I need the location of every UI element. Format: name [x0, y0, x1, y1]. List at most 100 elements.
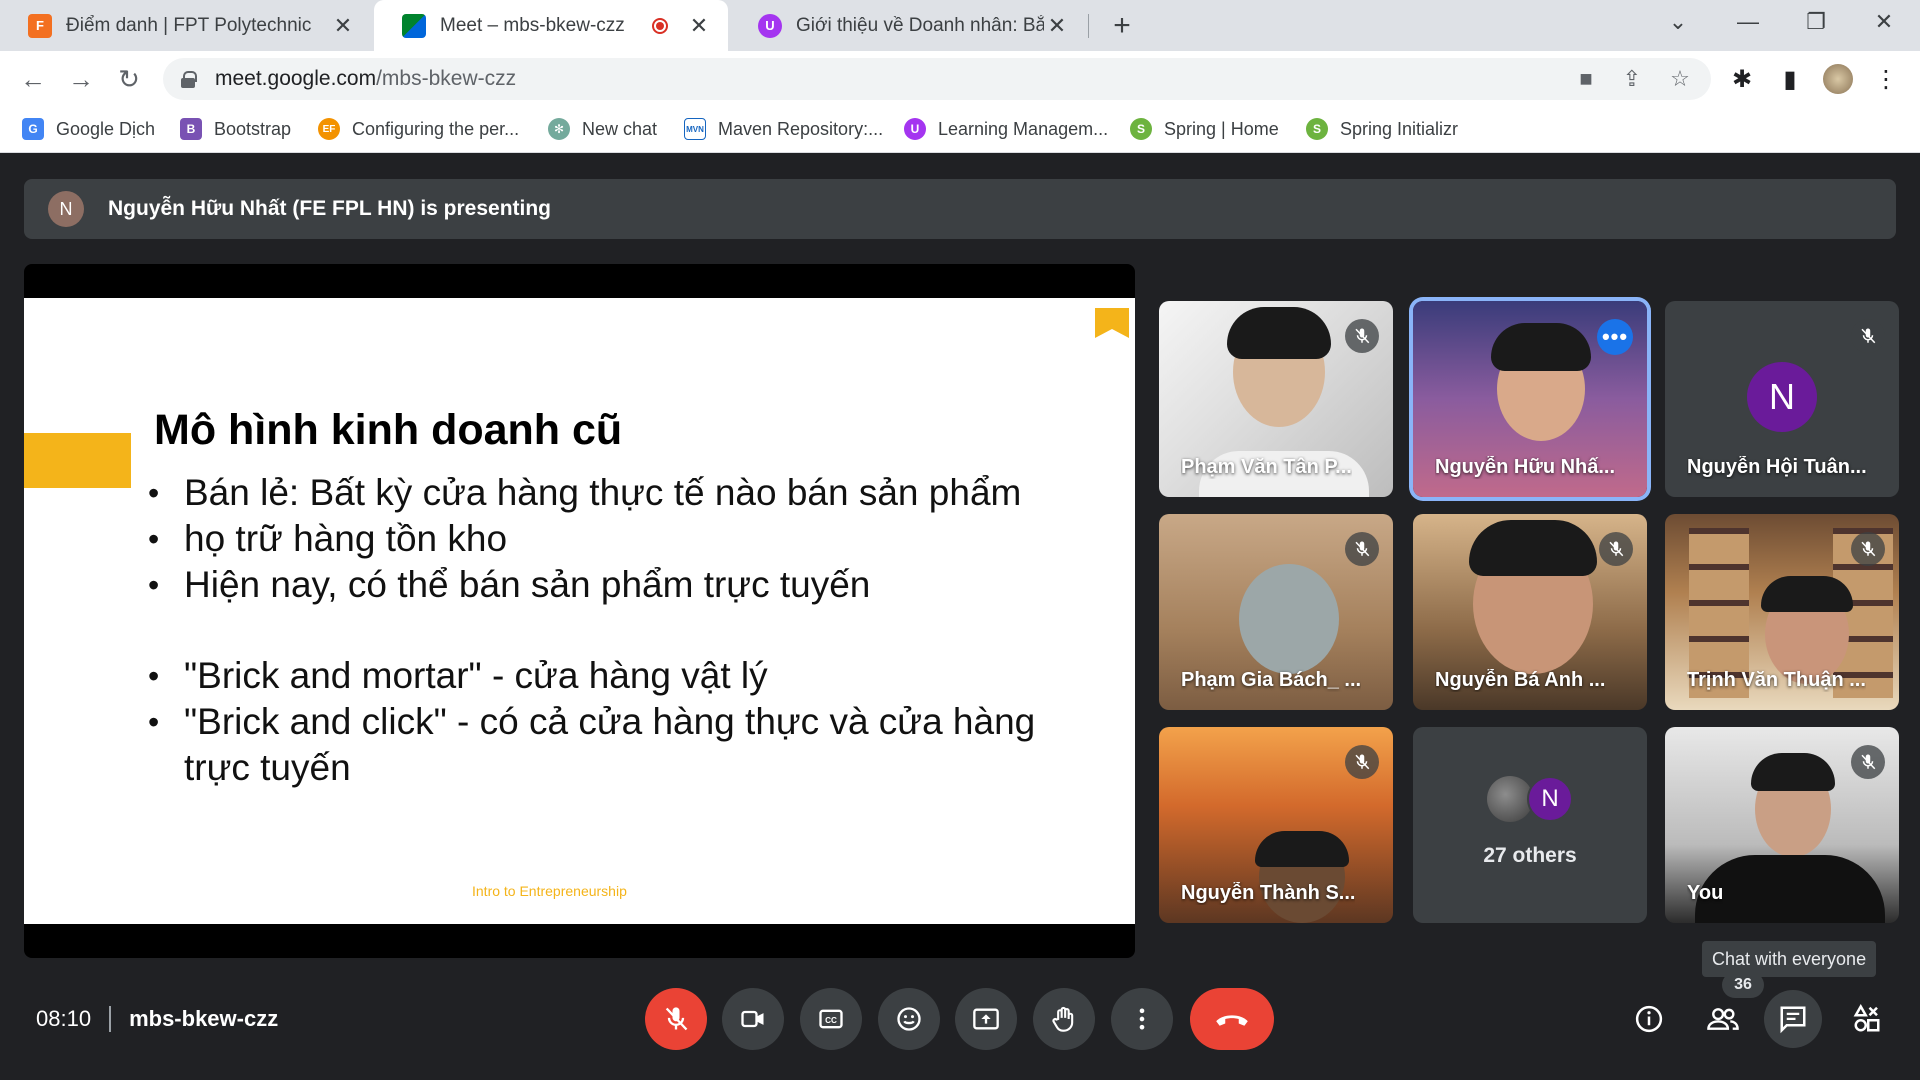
- participant-tile[interactable]: Nguyễn Thành S...: [1159, 727, 1393, 923]
- bookmark-configuring[interactable]: EF Configuring the per...: [318, 107, 519, 151]
- address-bar[interactable]: meet.google.com/mbs-bkew-czz ■ ⇪ ☆: [163, 58, 1711, 100]
- meeting-details-button[interactable]: [1620, 990, 1678, 1048]
- participant-tile[interactable]: Phạm Gia Bách_ ...: [1159, 514, 1393, 710]
- present-button[interactable]: [955, 988, 1017, 1050]
- bookmark-label: Google Dịch: [56, 118, 156, 139]
- participant-tile[interactable]: Phạm Văn Tân P...: [1159, 301, 1393, 497]
- bookmark-google-dich[interactable]: G Google Dịch: [22, 107, 155, 151]
- participant-video-hair: [1761, 576, 1853, 612]
- close-icon[interactable]: ✕: [686, 13, 712, 39]
- side-panel-icon[interactable]: ▮: [1770, 59, 1810, 99]
- info-icon: [1635, 1005, 1663, 1033]
- reload-button[interactable]: ↻: [109, 59, 149, 99]
- restore-button[interactable]: ❐: [1784, 0, 1848, 44]
- spring-icon: S: [1130, 118, 1152, 140]
- mic-toggle-button[interactable]: [645, 988, 707, 1050]
- more-vert-icon: [1139, 1008, 1145, 1030]
- forward-button[interactable]: →: [61, 59, 101, 99]
- bookmark-label: Configuring the per...: [352, 118, 520, 139]
- share-icon[interactable]: ⇪: [1615, 62, 1649, 96]
- extensions-icon[interactable]: ✱: [1722, 59, 1762, 99]
- screen-share[interactable]: Mô hình kinh doanh cũ Bán lẻ: Bất kỳ cửa…: [24, 264, 1135, 958]
- slide-bullets-1: Bán lẻ: Bất kỳ cửa hàng thực tế nào bán …: [148, 470, 1021, 608]
- close-icon[interactable]: ✕: [1044, 13, 1070, 39]
- close-window-button[interactable]: ✕: [1852, 0, 1916, 44]
- participant-tile[interactable]: Nguyễn Bá Anh ...: [1413, 514, 1647, 710]
- slide-bullet: Bán lẻ: Bất kỳ cửa hàng thực tế nào bán …: [148, 470, 1021, 516]
- bookmark-spring-home[interactable]: S Spring | Home: [1130, 107, 1279, 151]
- profile-avatar[interactable]: [1818, 59, 1858, 99]
- chat-icon: [1780, 1006, 1806, 1034]
- translate-icon: G: [22, 118, 44, 140]
- participant-name: You: [1687, 882, 1724, 904]
- meeting-time: 08:10: [36, 1006, 92, 1031]
- participant-name: Nguyễn Bá Anh ...: [1435, 669, 1606, 691]
- participant-video-shirt: [1695, 855, 1885, 923]
- bookmark-maven[interactable]: MVN Maven Repository:...: [684, 107, 883, 151]
- mic-off-icon: [1599, 532, 1633, 566]
- emoji-icon: [897, 1007, 921, 1031]
- bookmark-new-chat[interactable]: ✻ New chat: [548, 107, 657, 151]
- tab-search-button[interactable]: ⌄: [1646, 0, 1710, 44]
- bookmark-label: Spring | Home: [1164, 118, 1279, 139]
- tab-divider: [1088, 14, 1089, 38]
- tab-title: Điểm danh | FPT Polytechnic: [66, 14, 312, 36]
- url-path: /mbs-bkew-czz: [376, 67, 517, 90]
- participant-tile-active[interactable]: ••• Nguyễn Hữu Nhấ...: [1413, 301, 1647, 497]
- mic-off-icon: [1345, 532, 1379, 566]
- tab-meet[interactable]: Meet – mbs-bkew-czz ✕: [374, 0, 728, 51]
- participant-name: Trịnh Văn Thuận ...: [1687, 669, 1866, 691]
- meeting-code: mbs-bkew-czz: [129, 1006, 279, 1031]
- bookmark-bootstrap[interactable]: B Bootstrap: [180, 107, 291, 151]
- closed-captions-icon: CC: [819, 1009, 843, 1029]
- chat-button[interactable]: [1764, 990, 1822, 1048]
- people-button[interactable]: [1694, 990, 1752, 1048]
- activities-button[interactable]: [1838, 990, 1896, 1048]
- url-host: meet.google.com: [215, 67, 377, 90]
- others-tile[interactable]: N 27 others: [1413, 727, 1647, 923]
- bookmark-spring-initializr[interactable]: S Spring Initializr: [1306, 107, 1458, 151]
- slide-bullet: "Brick and mortar" - cửa hàng vật lý: [148, 653, 1084, 699]
- bookmark-label: Learning Managem...: [938, 118, 1109, 139]
- close-icon[interactable]: ✕: [330, 13, 356, 39]
- raise-hand-button[interactable]: [1033, 988, 1095, 1050]
- mic-off-icon: [1345, 745, 1379, 779]
- more-options-button[interactable]: [1111, 988, 1173, 1050]
- participant-tile[interactable]: N Nguyễn Hội Tuân...: [1665, 301, 1899, 497]
- tab-fpt[interactable]: F Điểm danh | FPT Polytechnic ✕: [0, 0, 372, 51]
- reactions-button[interactable]: [878, 988, 940, 1050]
- ef-icon: EF: [318, 118, 340, 140]
- slide-bullet: "Brick and click" - có cả cửa hàng thực …: [148, 699, 1064, 791]
- participant-tile[interactable]: Trịnh Văn Thuận ...: [1665, 514, 1899, 710]
- camera-icon[interactable]: ■: [1569, 62, 1603, 96]
- maven-icon: MVN: [684, 118, 706, 140]
- meeting-info: 08:10 mbs-bkew-czz: [36, 1006, 278, 1032]
- tab-title: Meet – mbs-bkew-czz: [440, 14, 625, 36]
- participant-name: Nguyễn Hội Tuân...: [1687, 456, 1867, 478]
- participant-video-hair: [1255, 831, 1349, 867]
- captions-button[interactable]: CC: [800, 988, 862, 1050]
- back-button[interactable]: ←: [13, 59, 53, 99]
- hand-icon: [1052, 1006, 1074, 1032]
- new-tab-button[interactable]: +: [1106, 9, 1138, 42]
- minimize-button[interactable]: —: [1716, 0, 1780, 44]
- participant-video-hair: [1491, 323, 1591, 371]
- more-options-icon[interactable]: •••: [1597, 319, 1633, 355]
- others-avatars: N: [1487, 776, 1575, 822]
- bookmark-label: Spring Initializr: [1340, 118, 1459, 139]
- menu-icon[interactable]: ⋮: [1866, 59, 1906, 99]
- bookmark-label: New chat: [582, 118, 658, 139]
- star-icon[interactable]: ☆: [1663, 62, 1697, 96]
- bookmark-learning[interactable]: U Learning Managem...: [904, 107, 1108, 151]
- participant-name: Nguyễn Thành S...: [1181, 882, 1356, 904]
- leave-call-button[interactable]: [1190, 988, 1274, 1050]
- self-tile[interactable]: You: [1665, 727, 1899, 923]
- fpt-icon: F: [28, 13, 52, 38]
- course-icon: U: [904, 118, 926, 140]
- tab-course[interactable]: U Giới thiệu về Doanh nhân: Bắt đầ ✕: [730, 0, 1086, 51]
- slide: Mô hình kinh doanh cũ Bán lẻ: Bất kỳ cửa…: [24, 298, 1135, 924]
- lock-icon: [181, 71, 197, 88]
- participant-video-hair: [1751, 753, 1835, 791]
- camera-toggle-button[interactable]: [722, 988, 784, 1050]
- presenting-text: Nguyễn Hữu Nhất (FE FPL HN) is presentin…: [108, 197, 552, 220]
